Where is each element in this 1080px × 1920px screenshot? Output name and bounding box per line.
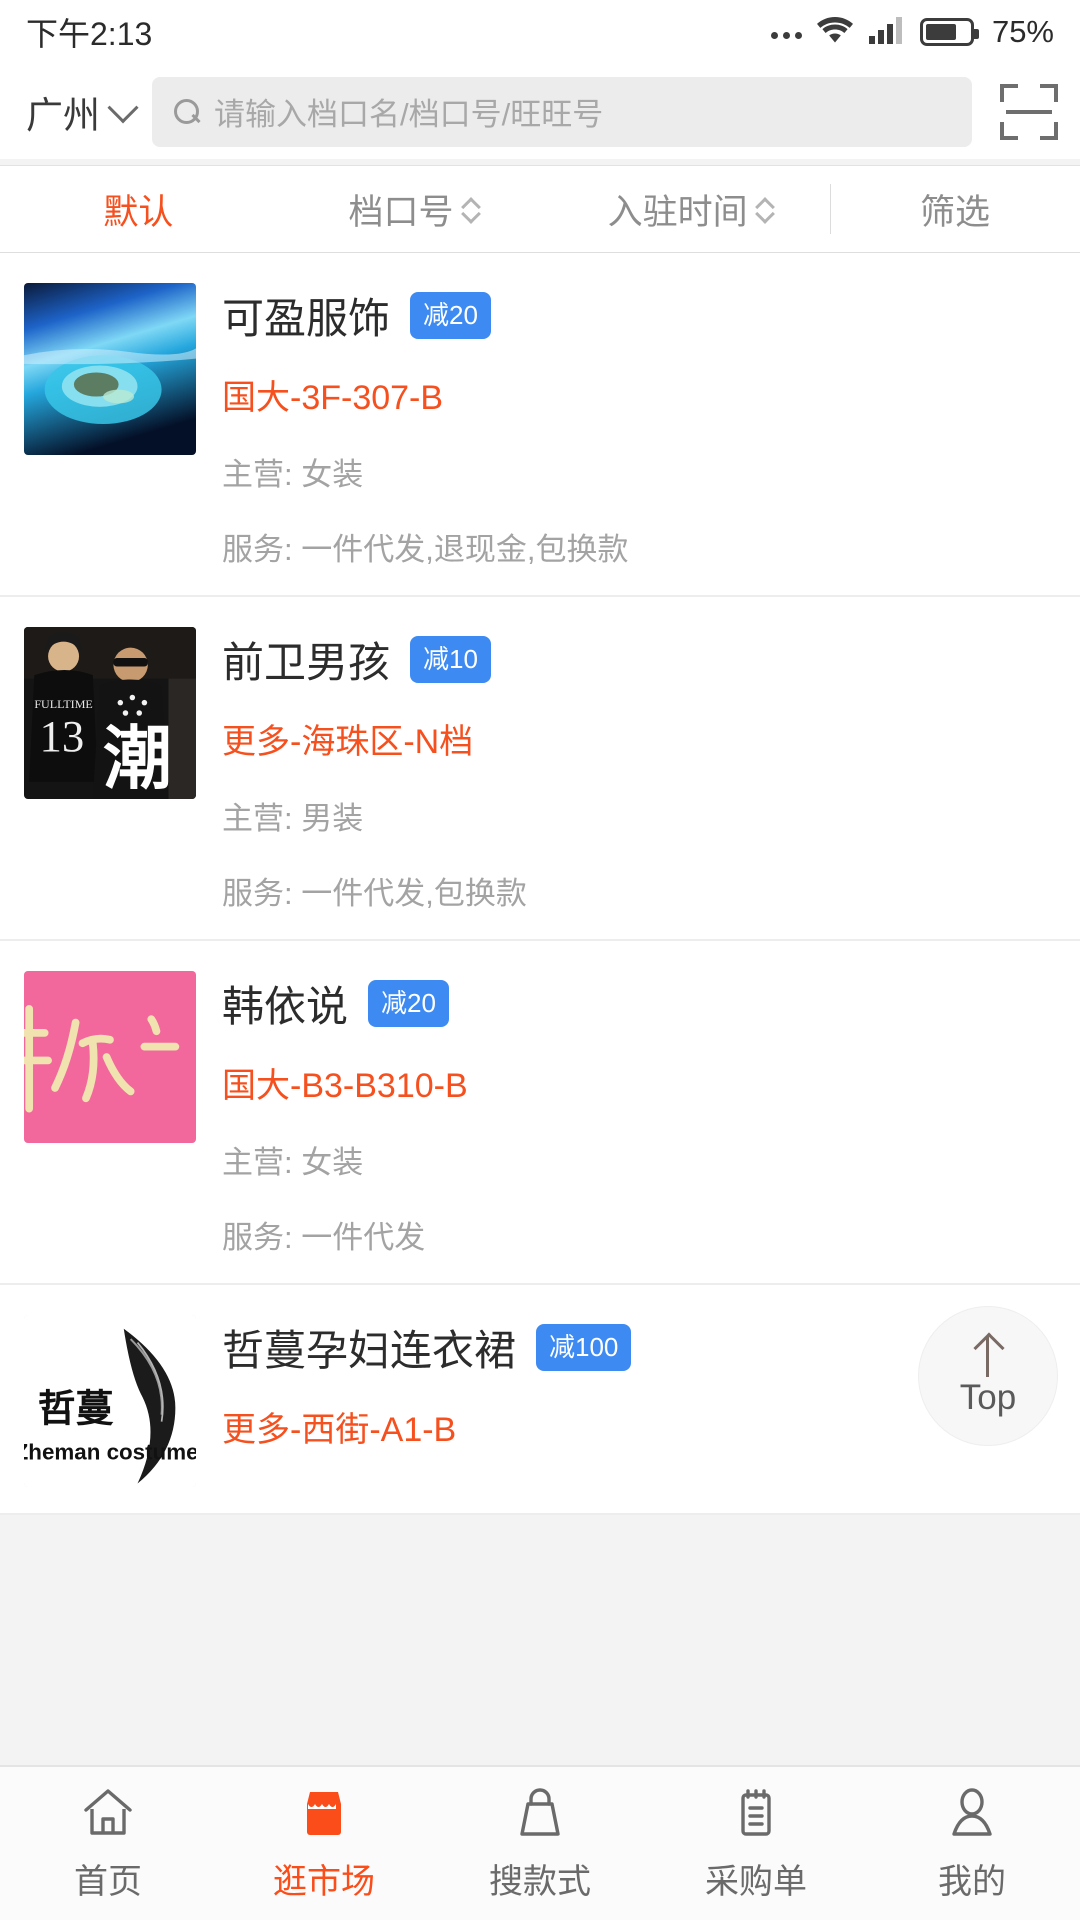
svg-text:Zheman costume: Zheman costume: [24, 1439, 196, 1464]
store-list-item[interactable]: 可盈服饰 减20 国大-3F-307-B 主营: 女装 服务: 一件代发,退现金…: [0, 253, 1080, 597]
store-thumbnail: FULLTIME 13 潮: [24, 627, 196, 799]
store-name: 哲蔓孕妇连衣裙: [222, 1327, 517, 1374]
sort-tab-bar: 默认 档口号 入驻时间 筛选: [0, 165, 1080, 253]
scroll-to-top-button[interactable]: Top: [918, 1306, 1058, 1446]
user-icon: [944, 1784, 1000, 1840]
tab-filter-label: 筛选: [920, 192, 991, 232]
svg-text:哲蔓: 哲蔓: [38, 1389, 114, 1431]
store-name: 可盈服饰: [222, 295, 391, 342]
tab-join-time[interactable]: 入驻时间: [553, 166, 830, 252]
svg-text:13: 13: [39, 711, 84, 761]
store-name-row: 韩依说 减20: [222, 973, 1054, 1034]
store-service: 服务: 一件代发,包换款: [222, 876, 527, 911]
tab-stall-number[interactable]: 档口号: [277, 166, 554, 252]
discount-badge: 减100: [536, 1324, 632, 1371]
scan-code-icon[interactable]: [1000, 83, 1058, 140]
more-dots-icon: [770, 17, 802, 47]
status-bar-time: 下午2:13: [26, 16, 153, 52]
store-category: 主营: 女装: [222, 1145, 364, 1180]
nav-item-home-label: 首页: [74, 1863, 142, 1901]
nav-item-search-style-label: 搜款式: [489, 1863, 591, 1901]
search-input[interactable]: 请输入档口名/档口号/旺旺号: [152, 76, 972, 147]
city-selector[interactable]: 广州: [26, 85, 139, 139]
discount-badge: 减10: [410, 636, 491, 683]
nav-item-profile-label: 我的: [938, 1863, 1006, 1901]
svg-text:潮: 潮: [103, 720, 172, 797]
search-header: 广州 请输入档口名/档口号/旺旺号: [0, 64, 1080, 159]
store-info: 可盈服饰 减20 国大-3F-307-B 主营: 女装 服务: 一件代发,退现金…: [222, 283, 1054, 569]
tab-default-label: 默认: [103, 192, 174, 232]
city-name: 广州: [26, 94, 100, 136]
discount-badge: 减20: [368, 980, 449, 1027]
store-info: 韩依说 减20 国大-B3-B310-B 主营: 女装 服务: 一件代发: [222, 971, 1054, 1257]
store-category: 主营: 女装: [222, 457, 364, 492]
store-thumbnail: [24, 283, 196, 455]
store-list: 可盈服饰 减20 国大-3F-307-B 主营: 女装 服务: 一件代发,退现金…: [0, 253, 1080, 1515]
status-bar-icons: 75%: [770, 14, 1054, 50]
tab-join-time-label: 入驻时间: [607, 192, 748, 232]
bottom-navigation: 首页 逛市场 搜款式 采购单 我的: [0, 1765, 1080, 1920]
store-list-item[interactable]: 韩依说 减20 国大-B3-B310-B 主营: 女装 服务: 一件代发: [0, 941, 1080, 1285]
arrow-up-icon: [970, 1335, 1006, 1377]
app-root: 下午2:13 75% 广州 请输入档口名/档口号/旺旺号 默认 档口号 入驻时间…: [0, 0, 1080, 1920]
store-name: 前卫男孩: [222, 639, 391, 686]
clipboard-icon: [728, 1784, 784, 1840]
store-category: 主营: 男装: [222, 801, 364, 836]
search-icon: [174, 98, 200, 125]
nav-item-search-style[interactable]: 搜款式: [432, 1784, 648, 1903]
store-location: 国大-3F-307-B: [222, 379, 444, 417]
store-list-item[interactable]: FULLTIME 13 潮 前卫男孩 减10 更多-海珠区-N档 主营: 男装: [0, 597, 1080, 941]
store-thumbnail: 哲蔓 Zheman costume: [24, 1315, 196, 1487]
tab-default[interactable]: 默认: [0, 166, 277, 252]
store-name: 韩依说: [222, 983, 349, 1030]
sort-updown-icon: [756, 198, 776, 220]
nav-item-purchase-order[interactable]: 采购单: [648, 1784, 864, 1903]
status-bar: 下午2:13 75%: [0, 0, 1080, 64]
discount-badge: 减20: [410, 292, 491, 339]
store-list-item[interactable]: 哲蔓 Zheman costume 哲蔓孕妇连衣裙 减100 更多-西街-A1-…: [0, 1285, 1080, 1515]
nav-item-market[interactable]: 逛市场: [216, 1784, 432, 1903]
battery-icon: [919, 18, 979, 46]
nav-item-purchase-order-label: 采购单: [705, 1863, 807, 1901]
store-location: 国大-B3-B310-B: [222, 1067, 468, 1105]
store-location: 更多-海珠区-N档: [222, 723, 474, 761]
chevron-down-icon: [107, 91, 139, 123]
tab-filter[interactable]: 筛选: [830, 166, 1080, 252]
bag-icon: [512, 1784, 568, 1840]
nav-item-home[interactable]: 首页: [0, 1784, 216, 1903]
store-service: 服务: 一件代发,退现金,包换款: [222, 532, 629, 567]
battery-percent: 75%: [991, 14, 1054, 49]
store-name-row: 可盈服饰 减20: [222, 285, 1054, 346]
nav-item-market-label: 逛市场: [273, 1863, 375, 1901]
scroll-to-top-label: Top: [959, 1377, 1017, 1417]
store-service: 服务: 一件代发: [222, 1220, 426, 1255]
shop-icon: [296, 1784, 352, 1840]
store-thumbnail: [24, 971, 196, 1143]
store-name-row: 前卫男孩 减10: [222, 629, 1054, 690]
cellular-signal-icon: [868, 15, 906, 50]
store-info: 前卫男孩 减10 更多-海珠区-N档 主营: 男装 服务: 一件代发,包换款: [222, 627, 1054, 913]
tab-stall-number-label: 档口号: [348, 192, 454, 232]
home-icon: [80, 1784, 136, 1840]
nav-item-profile[interactable]: 我的: [864, 1784, 1080, 1903]
search-placeholder: 请输入档口名/档口号/旺旺号: [214, 97, 604, 132]
svg-text:FULLTIME: FULLTIME: [34, 697, 92, 711]
sort-updown-icon: [462, 198, 482, 220]
wifi-icon: [816, 15, 854, 50]
